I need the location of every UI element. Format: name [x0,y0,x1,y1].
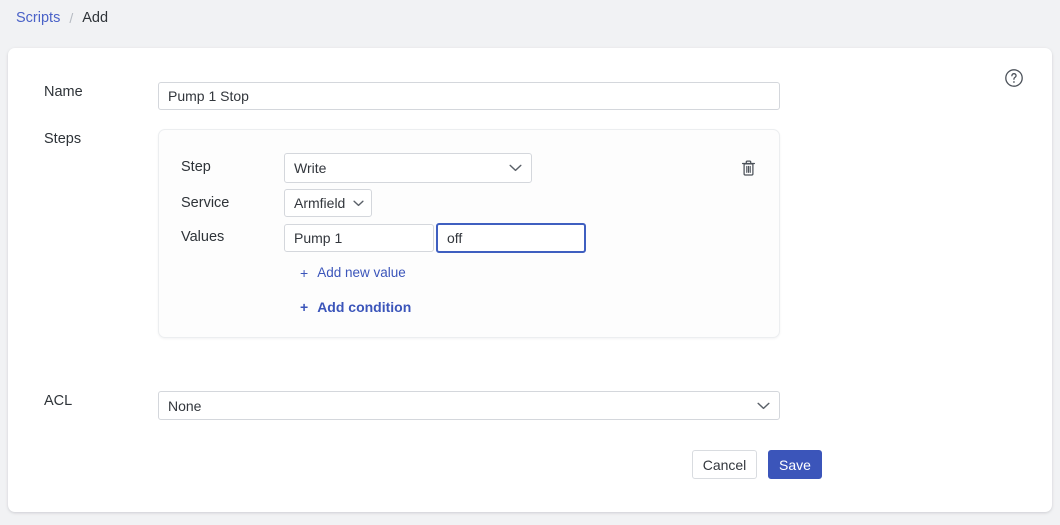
step-type-select[interactable]: Write [284,153,532,183]
step-type-label: Step [159,153,284,181]
chevron-down-icon [353,200,364,207]
chevron-down-icon [757,402,770,410]
value-value-input[interactable] [436,223,586,253]
name-row: Name [8,82,780,110]
acl-value: None [168,398,201,414]
add-condition-label: Add condition [317,299,411,315]
acl-row: ACL None [8,391,780,420]
script-form-card: Name Steps Step [8,48,1052,512]
breadcrumb: Scripts / Add [16,6,108,30]
values-group [284,223,586,253]
name-input[interactable] [158,82,780,110]
plus-icon: + [300,300,308,314]
add-condition-button[interactable]: + Add condition [300,299,411,315]
value-key-input[interactable] [284,224,434,252]
breadcrumb-current-add: Add [82,10,108,26]
plus-icon: + [300,266,308,280]
step-type-row: Step Write [159,153,532,183]
name-label: Name [8,82,158,102]
step-panel: Step Write Service Armfield [158,129,780,338]
values-row: Values [159,223,586,253]
trash-icon[interactable] [740,159,757,177]
acl-label: ACL [8,391,158,411]
steps-label: Steps [8,129,158,149]
step-type-value: Write [294,160,326,176]
service-select[interactable]: Armfield [284,189,372,217]
values-label: Values [159,223,284,251]
help-circle-icon[interactable] [1004,68,1024,88]
acl-select[interactable]: None [158,391,780,420]
save-button[interactable]: Save [768,450,822,479]
add-new-value-button[interactable]: + Add new value [300,265,406,280]
cancel-button[interactable]: Cancel [692,450,757,479]
chevron-down-icon [509,164,522,172]
breadcrumb-link-scripts[interactable]: Scripts [16,10,60,26]
breadcrumb-separator: / [69,10,73,26]
steps-row: Steps Step Write [8,129,780,338]
add-new-value-label: Add new value [317,265,406,280]
service-value: Armfield [294,195,345,211]
script-add-page: Scripts / Add Name Steps [0,0,1060,525]
service-label: Service [159,189,284,217]
service-row: Service Armfield [159,189,372,217]
